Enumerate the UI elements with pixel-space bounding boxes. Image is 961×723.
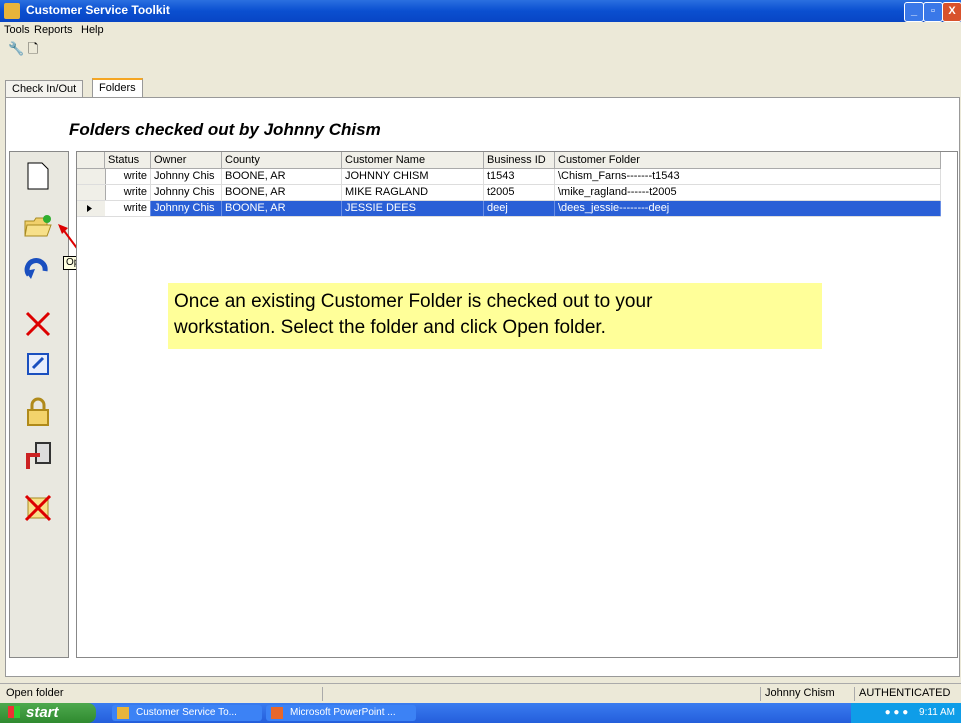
edit-button[interactable] [22,348,54,380]
page-title: Folders checked out by Johnny Chism [69,120,381,139]
undo-arrow-icon [24,258,48,279]
taskbar: start Customer Service To... Microsoft P… [0,703,961,723]
cell-county: BOONE, AR [222,185,342,200]
cell-county: BOONE, AR [222,201,342,216]
cell-county: BOONE, AR [222,169,342,184]
cell-business-id: t1543 [484,169,555,184]
cell-customer-folder: \Chism_Farns-------t1543 [555,169,941,184]
tab-folders[interactable]: Folders [92,78,143,98]
new-document-icon[interactable]: 🗋 [28,41,38,56]
table-row-selected[interactable]: write Johnny Chis BOONE, AR JESSIE DEES … [77,201,941,217]
tab-check-in-out[interactable]: Check In/Out [5,80,84,97]
start-label: start [26,704,59,721]
menu-help[interactable]: Help [81,24,104,36]
lock-icon [27,397,49,426]
cell-business-id: deej [484,201,555,216]
open-folder-button[interactable] [22,210,54,242]
col-customer-name[interactable]: Customer Name [342,152,484,168]
new-document-button[interactable] [22,160,54,192]
status-user: Johnny Chism [760,687,855,701]
grid-header: Status Owner County Customer Name Busine… [77,152,941,169]
row-header-corner [77,152,105,168]
cell-customer-name: JOHNNY CHISM [342,169,484,184]
callout-line-1: Once an existing Customer Folder is chec… [174,291,653,312]
cell-status: write [105,185,151,200]
cell-customer-folder: \dees_jessie--------deej [555,201,941,216]
toolbar: 🔧 🗋 [8,40,38,62]
col-customer-folder[interactable]: Customer Folder [555,152,941,168]
status-spacer [322,687,757,701]
row-indicator [77,201,106,216]
powerpoint-icon [271,707,283,719]
transfer-icon [26,442,51,469]
windows-flag-icon [8,706,20,718]
status-auth: AUTHENTICATED [854,687,959,701]
cell-status: write [105,201,151,216]
folders-grid[interactable]: Status Owner County Customer Name Busine… [76,151,958,658]
task-customer-service[interactable]: Customer Service To... [112,705,262,721]
cell-owner: Johnny Chis [151,169,222,184]
table-row[interactable]: write Johnny Chis BOONE, AR JOHNNY CHISM… [77,169,941,185]
close-button[interactable]: X [942,2,961,22]
cell-business-id: t2005 [484,185,555,200]
delete-button[interactable] [22,308,54,340]
tab-strip: Check In/Out Folders [0,78,961,98]
instruction-callout: Once an existing Customer Folder is chec… [168,283,822,349]
red-x-icon [25,311,51,337]
transfer-button[interactable] [22,440,54,472]
check-in-button[interactable] [22,254,54,286]
remove-folder-button[interactable] [22,492,54,524]
task-label: Customer Service To... [136,707,237,718]
system-tray: ● ● ● 9:11 AM [851,703,961,723]
current-row-arrow-icon [87,205,92,212]
app-icon [4,3,20,19]
col-county[interactable]: County [222,152,342,168]
cell-owner: Johnny Chis [151,185,222,200]
open-folder-icon [24,215,52,237]
col-business-id[interactable]: Business ID [484,152,555,168]
cell-owner: Johnny Chis [151,201,222,216]
col-owner[interactable]: Owner [151,152,222,168]
table-row[interactable]: write Johnny Chis BOONE, AR MIKE RAGLAND… [77,185,941,201]
menu-reports[interactable]: Reports [34,24,73,36]
status-message: Open folder [6,687,64,699]
cell-customer-name: MIKE RAGLAND [342,185,484,200]
new-document-icon [27,162,49,190]
row-indicator [77,185,106,200]
row-indicator [77,169,106,184]
cell-status: write [105,169,151,184]
edit-document-icon [27,353,49,375]
start-button[interactable]: start [0,703,96,723]
delete-folder-icon [24,494,52,522]
toolkit-app-icon [117,707,129,719]
window-title: Customer Service Toolkit [26,3,170,17]
minimize-button[interactable]: _ [904,2,924,22]
unlock-button[interactable] [22,396,54,428]
title-bar: Customer Service Toolkit _ ▫ X [0,0,961,22]
cell-customer-folder: \mike_ragland------t2005 [555,185,941,200]
col-status[interactable]: Status [105,152,151,168]
cell-customer-name: JESSIE DEES [342,201,484,216]
clock: 9:11 AM [919,707,955,718]
menu-tools[interactable]: Tools [4,24,30,36]
task-powerpoint[interactable]: Microsoft PowerPoint ... [266,705,416,721]
callout-line-2: workstation. Select the folder and click… [174,317,606,338]
maximize-button[interactable]: ▫ [923,2,943,22]
status-bar: Open folder Johnny Chism AUTHENTICATED [0,683,961,704]
task-label: Microsoft PowerPoint ... [290,707,396,718]
wrench-icon[interactable]: 🔧 [8,41,24,56]
menu-bar: Tools Reports Help [0,22,961,38]
tray-icons: ● ● ● [884,707,909,718]
